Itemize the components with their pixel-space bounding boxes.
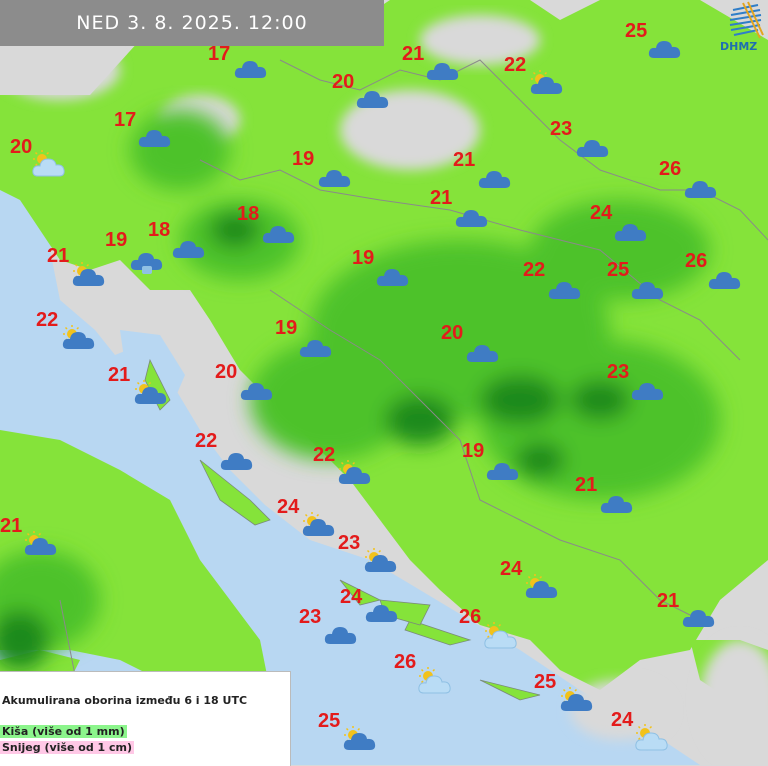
legend-rain: Kiša (više od 1 mm): [0, 725, 127, 738]
station-temp: 21: [430, 187, 453, 209]
station-temp: 25: [534, 671, 557, 693]
cloud-icon: [240, 376, 274, 404]
station-temp: 21: [402, 43, 425, 65]
station-temp: 21: [453, 149, 476, 171]
station-temp: 17: [114, 109, 137, 131]
station-temp: 23: [607, 361, 630, 383]
station-temp: 23: [299, 606, 322, 628]
station-temp: 22: [36, 309, 59, 331]
cloud-icon: [576, 133, 610, 161]
sun-cloud-icon: [62, 325, 96, 353]
cloud-icon: [365, 598, 399, 626]
station-temp: 19: [462, 440, 485, 462]
cloud-icon: [299, 333, 333, 361]
cloud-icon: [234, 54, 268, 82]
cloud-icon: [426, 56, 460, 84]
sun-cloud-icon: [530, 70, 564, 98]
legend: Akumulirana oborina između 6 i 18 UTC Ki…: [0, 671, 291, 766]
station-temp: 24: [590, 202, 613, 224]
station-temp: 18: [148, 219, 171, 241]
station-temp: 18: [237, 203, 260, 225]
cloud-icon: [631, 275, 665, 303]
sun-cloud-fog-icon: [484, 622, 518, 650]
cloud-icon: [708, 265, 742, 293]
cloud-icon: [600, 489, 634, 517]
station-temp: 20: [215, 361, 238, 383]
station-temp: 20: [10, 136, 33, 158]
station-temp: 22: [523, 259, 546, 281]
sun-cloud-fog-icon: [635, 724, 669, 752]
station-temp: 21: [47, 245, 70, 267]
station-temp: 21: [575, 474, 598, 496]
cloud-icon: [614, 217, 648, 245]
station-temp: 26: [659, 158, 682, 180]
cloud-icon: [376, 262, 410, 290]
station-temp: 21: [0, 515, 23, 537]
station-temp: 26: [685, 250, 708, 272]
legend-title: Akumulirana oborina između 6 i 18 UTC: [2, 694, 248, 707]
cloud-rain-icon: [130, 246, 164, 274]
station-temp: 25: [318, 710, 341, 732]
cloud-icon: [486, 456, 520, 484]
cloud-icon: [262, 219, 296, 247]
dhmz-logo-text: DHMZ: [720, 40, 758, 53]
sun-cloud-icon: [338, 460, 372, 488]
cloud-icon: [648, 34, 682, 62]
station-temp: 23: [338, 532, 361, 554]
cloud-icon: [684, 174, 718, 202]
date-time-header: NED 3. 8. 2025. 12:00: [0, 0, 384, 46]
cloud-icon: [631, 376, 665, 404]
cloud-icon: [455, 203, 489, 231]
cloud-icon: [172, 234, 206, 262]
sun-cloud-icon: [364, 548, 398, 576]
station-temp: 26: [394, 651, 417, 673]
cloud-icon: [220, 446, 254, 474]
cloud-icon: [356, 84, 390, 112]
sun-cloud-fog-icon: [32, 150, 66, 178]
sun-cloud-icon: [525, 574, 559, 602]
cloud-icon: [324, 620, 358, 648]
station-temp: 19: [105, 229, 128, 251]
station-temp: 23: [550, 118, 573, 140]
sun-cloud-icon: [560, 687, 594, 715]
sun-cloud-icon: [24, 531, 58, 559]
station-temp: 21: [108, 364, 131, 386]
sun-cloud-icon: [343, 726, 377, 754]
station-temp: 19: [275, 317, 298, 339]
station-temp: 22: [195, 430, 218, 452]
station-temp: 21: [657, 590, 680, 612]
station-temp: 24: [340, 586, 363, 608]
station-temp: 17: [208, 43, 231, 65]
station-temp: 25: [607, 259, 630, 281]
station-temp: 25: [625, 20, 648, 42]
station-temp: 24: [500, 558, 523, 580]
legend-snow: Snijeg (više od 1 cm): [0, 741, 135, 754]
station-temp: 20: [441, 322, 464, 344]
cloud-icon: [466, 338, 500, 366]
station-temp: 22: [504, 54, 527, 76]
station-temp: 24: [277, 496, 300, 518]
sun-cloud-icon: [134, 380, 168, 408]
sun-cloud-fog-icon: [418, 667, 452, 695]
sun-cloud-icon: [72, 262, 106, 290]
cloud-icon: [682, 603, 716, 631]
station-temp: 19: [352, 247, 375, 269]
cloud-icon: [138, 123, 172, 151]
station-temp: 19: [292, 148, 315, 170]
station-temp: 26: [459, 606, 482, 628]
station-temp: 24: [611, 709, 634, 731]
station-temp: 22: [313, 444, 336, 466]
cloud-icon: [478, 164, 512, 192]
date-time-label: NED 3. 8. 2025. 12:00: [76, 12, 308, 34]
station-temp: 20: [332, 71, 355, 93]
cloud-icon: [318, 163, 352, 191]
sun-cloud-icon: [302, 512, 336, 540]
cloud-icon: [548, 275, 582, 303]
